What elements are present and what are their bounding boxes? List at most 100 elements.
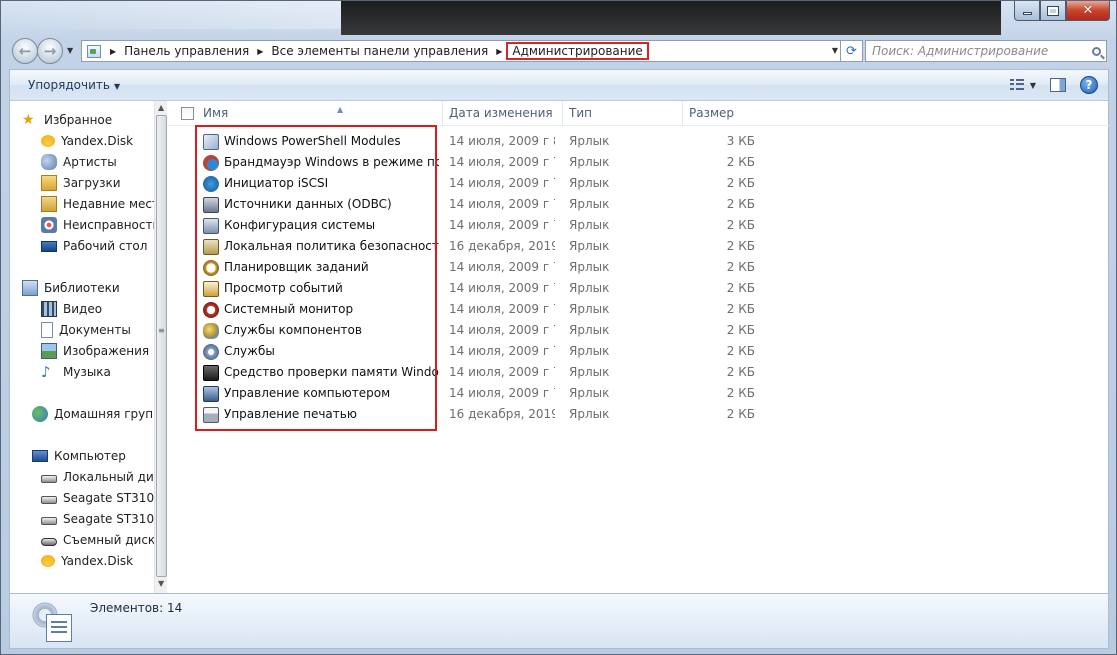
sidebar-item-libraries[interactable]: Библиотеки bbox=[22, 278, 120, 298]
control-panel-icon bbox=[82, 41, 106, 61]
close-icon: ✕ bbox=[1082, 3, 1094, 18]
forward-arrow-icon: → bbox=[43, 42, 57, 60]
refresh-icon: ⟳ bbox=[846, 43, 857, 59]
sidebar-item-yandex-disk[interactable]: Yandex.Disk bbox=[41, 131, 133, 151]
file-date: 14 июля, 2009 г 7:... bbox=[449, 281, 555, 295]
documents-icon bbox=[41, 322, 53, 338]
file-size: 2 КБ bbox=[726, 218, 755, 232]
sidebar-item-recent-places[interactable]: Недавние места bbox=[41, 194, 166, 214]
removable-disk-icon bbox=[41, 538, 57, 546]
preview-pane-button[interactable] bbox=[1050, 78, 1066, 92]
sidebar-item-downloads[interactable]: Загрузки bbox=[41, 173, 121, 193]
back-button[interactable]: ← bbox=[12, 38, 38, 64]
file-type: Ярлык bbox=[569, 344, 610, 358]
file-date: 14 июля, 2009 г 7:... bbox=[449, 176, 555, 190]
highlight-box bbox=[195, 125, 437, 431]
sidebar-item-seagate-1[interactable]: Seagate ST31000 bbox=[41, 488, 167, 508]
downloads-folder-icon bbox=[41, 175, 57, 191]
column-header-row: Имя ▲ Дата изменения Тип Размер bbox=[167, 101, 1109, 126]
minimize-button[interactable] bbox=[1014, 1, 1040, 21]
history-dropdown-icon[interactable]: ▼ bbox=[67, 46, 73, 55]
file-date: 14 июля, 2009 г 7:... bbox=[449, 260, 555, 274]
file-size: 2 КБ bbox=[726, 239, 755, 253]
sidebar-item-yandex-disk-2[interactable]: Yandex.Disk bbox=[41, 551, 133, 571]
pictures-icon bbox=[41, 343, 57, 359]
sidebar-item-music[interactable]: ♪ Музыка bbox=[41, 362, 111, 382]
file-date: 16 декабря, 2019 ... bbox=[449, 239, 555, 253]
help-button[interactable]: ? bbox=[1080, 76, 1098, 94]
file-type: Ярлык bbox=[569, 281, 610, 295]
file-size: 2 КБ bbox=[726, 176, 755, 190]
file-date: 14 июля, 2009 г 7:... bbox=[449, 197, 555, 211]
sort-ascending-icon: ▲ bbox=[337, 105, 344, 114]
minimize-icon bbox=[1022, 12, 1032, 15]
computer-icon bbox=[32, 450, 48, 462]
file-date: 14 июля, 2009 г 7:... bbox=[449, 323, 555, 337]
sidebar-item-artists[interactable]: Артисты bbox=[41, 152, 117, 172]
music-icon: ♪ bbox=[41, 363, 51, 381]
file-type: Ярлык bbox=[569, 239, 610, 253]
file-date: 14 июля, 2009 г 7:... bbox=[449, 386, 555, 400]
file-date: 14 июля, 2009 г 7:... bbox=[449, 365, 555, 379]
organize-button[interactable]: Упорядочить ▼ bbox=[28, 78, 120, 92]
breadcrumb-all-items[interactable]: Все элементы панели управления bbox=[267, 44, 492, 58]
details-view-icon bbox=[1009, 79, 1024, 91]
file-type: Ярлык bbox=[569, 155, 610, 169]
chevron-down-icon: ▼ bbox=[1029, 80, 1036, 90]
forward-button[interactable]: → bbox=[37, 38, 63, 64]
sidebar-item-documents[interactable]: Документы bbox=[41, 320, 131, 340]
breadcrumb-separator-icon[interactable]: ▶ bbox=[492, 47, 506, 56]
column-header-name[interactable]: Имя ▲ bbox=[197, 101, 443, 126]
sidebar-item-removable-disk[interactable]: Съемный диск ( bbox=[41, 530, 164, 550]
column-header-size[interactable]: Размер bbox=[683, 101, 773, 126]
change-view-button[interactable]: ▼ bbox=[1009, 79, 1036, 91]
file-date: 14 июля, 2009 г 7:... bbox=[449, 155, 555, 169]
sidebar-item-homegroup[interactable]: Домашняя группа bbox=[32, 404, 167, 424]
file-size: 2 КБ bbox=[726, 365, 755, 379]
navigation-scrollbar[interactable]: ▲ ≡ ▼ bbox=[154, 101, 167, 593]
window-controls: ✕ bbox=[1014, 1, 1110, 21]
chevron-down-icon: ▼ bbox=[113, 82, 121, 91]
file-type: Ярлык bbox=[569, 134, 610, 148]
navigation-bar: ← → ▼ ▶ Панель управления ▶ Все элементы… bbox=[9, 37, 1109, 64]
sidebar-item-computer[interactable]: Компьютер bbox=[32, 446, 126, 466]
sidebar-item-pictures[interactable]: Изображения bbox=[41, 341, 149, 361]
breadcrumb-control-panel[interactable]: Панель управления bbox=[120, 44, 253, 58]
file-size: 2 КБ bbox=[726, 302, 755, 316]
scroll-down-icon[interactable]: ▼ bbox=[158, 579, 164, 588]
video-library-icon bbox=[41, 301, 57, 317]
close-button[interactable]: ✕ bbox=[1066, 1, 1110, 21]
sidebar-item-troubleshooting[interactable]: Неисправности bbox=[41, 215, 160, 235]
scroll-up-icon[interactable]: ▲ bbox=[158, 103, 164, 112]
navigation-pane: ★ Избранное Yandex.Disk Артисты Загрузки … bbox=[9, 101, 167, 593]
breadcrumb-administration[interactable]: Администрирование bbox=[506, 42, 649, 60]
refresh-button[interactable]: ⟳ bbox=[841, 40, 863, 62]
search-input[interactable]: Поиск: Администрирование bbox=[872, 44, 1086, 58]
hard-drive-icon bbox=[41, 475, 57, 483]
sidebar-item-desktop[interactable]: Рабочий стол bbox=[41, 236, 147, 256]
column-header-type[interactable]: Тип bbox=[563, 101, 683, 126]
file-size: 2 КБ bbox=[726, 407, 755, 421]
address-dropdown-icon[interactable]: ▼ bbox=[832, 46, 838, 55]
search-box[interactable]: Поиск: Администрирование bbox=[865, 40, 1107, 62]
address-bar[interactable]: ▶ Панель управления ▶ Все элементы панел… bbox=[81, 40, 841, 62]
breadcrumb-separator-icon[interactable]: ▶ bbox=[106, 47, 120, 56]
file-size: 2 КБ bbox=[726, 323, 755, 337]
file-type: Ярлык bbox=[569, 260, 610, 274]
yandex-disk-icon bbox=[41, 555, 55, 567]
column-header-date[interactable]: Дата изменения bbox=[443, 101, 563, 126]
file-size: 2 КБ bbox=[726, 281, 755, 295]
select-all-checkbox[interactable] bbox=[181, 107, 194, 120]
breadcrumb-separator-icon[interactable]: ▶ bbox=[253, 47, 267, 56]
file-size: 2 КБ bbox=[726, 260, 755, 274]
sidebar-item-video[interactable]: Видео bbox=[41, 299, 102, 319]
maximize-button[interactable] bbox=[1040, 1, 1066, 21]
maximize-icon bbox=[1047, 5, 1059, 16]
scrollbar-thumb[interactable] bbox=[156, 115, 167, 577]
sidebar-item-seagate-2[interactable]: Seagate ST31000 bbox=[41, 509, 167, 529]
sidebar-item-local-disk[interactable]: Локальный диск bbox=[41, 467, 167, 487]
sidebar-item-favorites[interactable]: ★ Избранное bbox=[22, 110, 112, 130]
file-type: Ярлык bbox=[569, 197, 610, 211]
details-pane: Элементов: 14 bbox=[9, 593, 1109, 649]
file-date: 16 декабря, 2019 ... bbox=[449, 407, 555, 421]
